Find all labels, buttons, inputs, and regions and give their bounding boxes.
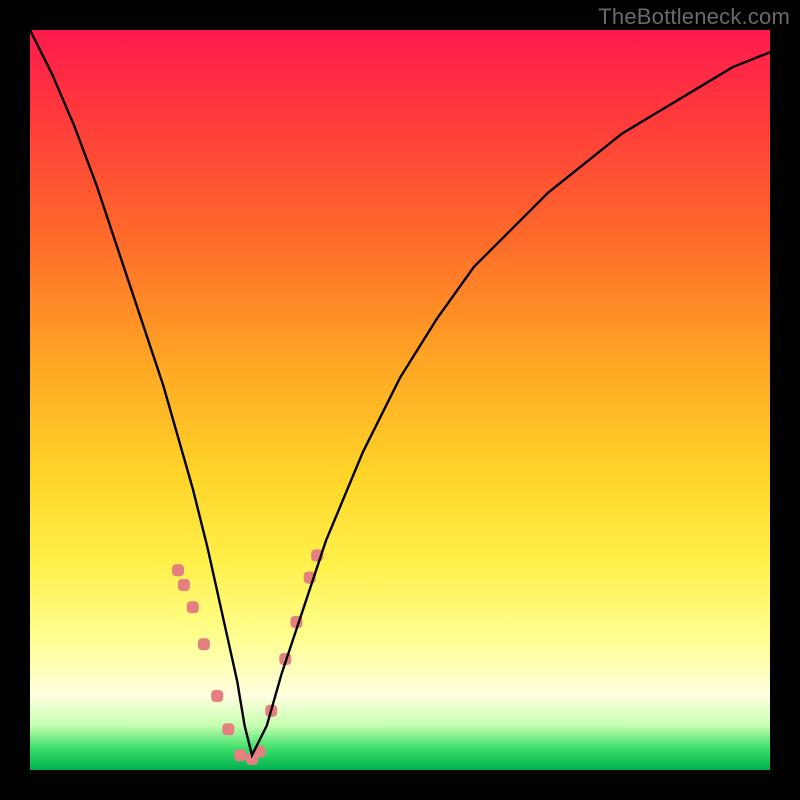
marker-point [222,723,234,735]
marker-point [234,749,246,761]
chart-svg [30,30,770,770]
marker-point [211,690,223,702]
watermark-text: TheBottleneck.com [598,4,790,30]
marker-point [198,638,210,650]
plot-area [30,30,770,770]
chart-frame: TheBottleneck.com [0,0,800,800]
bottleneck-curve [30,30,770,755]
marker-point [172,564,184,576]
marker-point [178,579,190,591]
marker-point [187,601,199,613]
